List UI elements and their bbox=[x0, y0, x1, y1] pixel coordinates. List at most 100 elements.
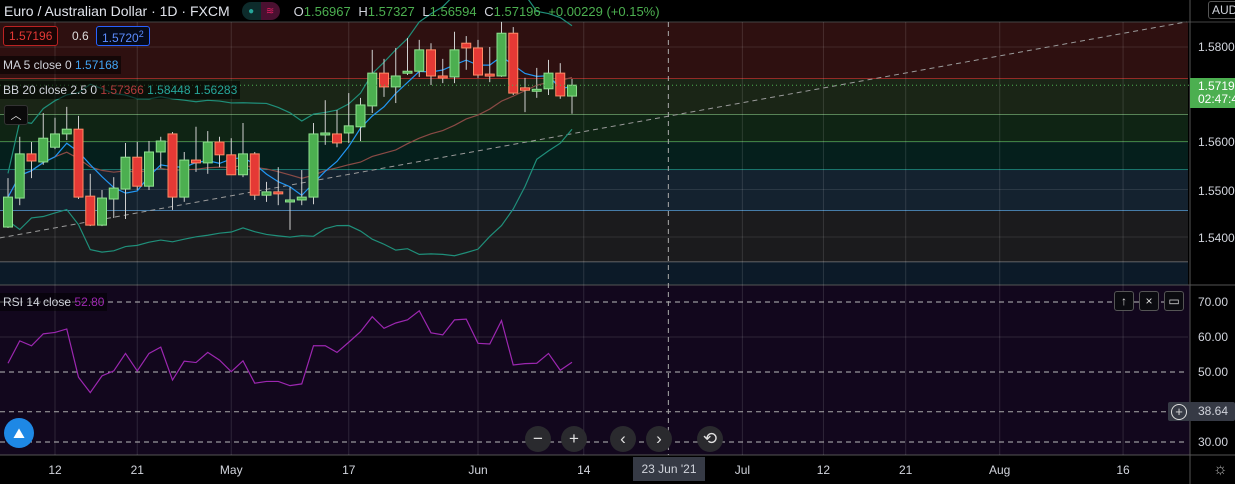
candle-up bbox=[543, 72, 554, 90]
price-label: 1.5600 bbox=[1198, 135, 1235, 149]
rsi-label: 70.00 bbox=[1198, 295, 1229, 309]
candle-up bbox=[38, 137, 49, 163]
candle-up bbox=[285, 199, 295, 203]
price-zone bbox=[0, 142, 1188, 171]
candle-up bbox=[144, 151, 154, 187]
date-label: 21 bbox=[899, 463, 913, 477]
candle-up bbox=[367, 72, 378, 107]
candle-up bbox=[50, 133, 60, 148]
candle-up bbox=[179, 159, 190, 198]
candle-up bbox=[402, 70, 413, 74]
currency-button[interactable]: AUD bbox=[1208, 1, 1235, 19]
price-zone bbox=[0, 262, 1188, 285]
price-label: 1.5400 bbox=[1198, 231, 1235, 245]
reset-chart-button[interactable]: ⟲ bbox=[697, 426, 723, 452]
candle-down bbox=[461, 42, 472, 49]
candle-up bbox=[202, 141, 213, 164]
add-alert-plus-icon[interactable]: + bbox=[1171, 404, 1187, 420]
date-label: 17 bbox=[342, 463, 356, 477]
candle-up bbox=[343, 125, 354, 134]
candle-up bbox=[355, 104, 366, 128]
ohlc-values: O1.56967 H1.57327 L1.56594 C1.57196 +0.0… bbox=[293, 3, 660, 19]
crosshair-date-badge: 23 Jun '21 bbox=[633, 457, 705, 481]
date-label: Jul bbox=[734, 463, 751, 477]
date-label: 12 bbox=[816, 463, 831, 477]
date-label: 21 bbox=[130, 463, 144, 477]
candle-down bbox=[249, 153, 260, 196]
collapse-legend-button[interactable]: ︿ bbox=[4, 105, 28, 125]
candle-up bbox=[3, 196, 13, 228]
candle-down bbox=[214, 141, 225, 156]
candle-up bbox=[308, 133, 319, 198]
date-label: 16 bbox=[1116, 463, 1130, 477]
candle-up bbox=[567, 84, 577, 97]
date-label: May bbox=[219, 463, 243, 477]
status-pill[interactable]: ● ≋ bbox=[241, 2, 280, 20]
zoom-in-button[interactable]: + bbox=[561, 426, 587, 452]
settings-gear-icon[interactable]: ☼ bbox=[1213, 461, 1228, 479]
candle-down bbox=[26, 153, 37, 162]
candle-down bbox=[332, 133, 342, 144]
candle-down bbox=[555, 72, 566, 97]
market-open-dot-icon: ● bbox=[241, 2, 261, 20]
candle-down bbox=[520, 87, 530, 91]
candle-up bbox=[14, 153, 25, 199]
date-label: 14 bbox=[577, 463, 591, 477]
candle-up bbox=[261, 191, 272, 196]
candle-down bbox=[508, 32, 519, 94]
date-label: Aug bbox=[989, 463, 1011, 477]
chevron-up-icon: ︿ bbox=[10, 110, 22, 122]
scroll-left-button[interactable]: ‹ bbox=[610, 426, 636, 452]
date-label: 12 bbox=[48, 463, 62, 477]
candle-down bbox=[226, 154, 237, 176]
chart-canvas[interactable] bbox=[0, 0, 1235, 484]
candle-down bbox=[191, 159, 201, 164]
move-pane-up-button[interactable]: ↑ bbox=[1114, 291, 1134, 311]
rsi-label: 60.00 bbox=[1198, 330, 1229, 344]
candle-down bbox=[73, 128, 84, 198]
candle-down bbox=[437, 75, 448, 79]
current-price-badge: 1.5719602:47:4 bbox=[1190, 78, 1235, 108]
close-pane-button[interactable]: × bbox=[1139, 291, 1159, 311]
candle-up bbox=[320, 132, 331, 136]
candle-up bbox=[238, 153, 248, 176]
candle-up bbox=[414, 49, 425, 72]
candle-down bbox=[273, 191, 284, 195]
sell-button[interactable]: 1.57196 bbox=[3, 26, 59, 46]
candle-up bbox=[155, 140, 166, 153]
zoom-out-button[interactable]: − bbox=[525, 426, 551, 452]
symbol-title[interactable]: Euro / Australian Dollar · 1D · FXCM bbox=[4, 3, 230, 19]
candle-down bbox=[85, 195, 96, 226]
price-label: 1.5800 bbox=[1198, 40, 1235, 54]
buy-button[interactable]: 1.57202 bbox=[96, 26, 150, 46]
price-label: 1.5500 bbox=[1198, 184, 1235, 198]
maximize-pane-button[interactable]: ▭ bbox=[1164, 291, 1184, 311]
spread-value: 0.6 bbox=[72, 29, 89, 43]
rsi-label: 50.00 bbox=[1198, 365, 1229, 379]
rsi-legend[interactable]: RSI 14 close 52.80 bbox=[0, 293, 108, 311]
price-zone bbox=[0, 114, 1188, 142]
candle-down bbox=[132, 156, 143, 187]
chart-header: Euro / Australian Dollar · 1D · FXCM ● ≋… bbox=[0, 0, 1190, 22]
candle-down bbox=[473, 47, 483, 76]
candle-down bbox=[426, 49, 436, 77]
scroll-right-button[interactable]: › bbox=[646, 426, 672, 452]
candle-up bbox=[120, 156, 131, 190]
rsi-label: 30.00 bbox=[1198, 435, 1229, 449]
candle-up bbox=[61, 128, 72, 135]
candle-up bbox=[296, 196, 307, 201]
candle-down bbox=[484, 73, 495, 77]
date-label: Jun bbox=[468, 463, 488, 477]
candle-up bbox=[449, 49, 460, 78]
bb-legend[interactable]: BB 20 close 2.5 0 1.57366 1.58448 1.5628… bbox=[0, 81, 241, 99]
ma-legend[interactable]: MA 5 close 0 1.57168 bbox=[0, 56, 122, 74]
candle-down bbox=[167, 133, 178, 198]
candle-up bbox=[97, 197, 107, 226]
candle-up bbox=[108, 187, 119, 200]
candle-up bbox=[531, 88, 542, 92]
tradingview-logo-icon[interactable]: ⛰ bbox=[4, 418, 34, 448]
wave-icon: ≋ bbox=[260, 2, 280, 20]
candle-up bbox=[496, 32, 507, 77]
price-zone bbox=[0, 22, 1188, 79]
price-zone bbox=[0, 170, 1188, 211]
